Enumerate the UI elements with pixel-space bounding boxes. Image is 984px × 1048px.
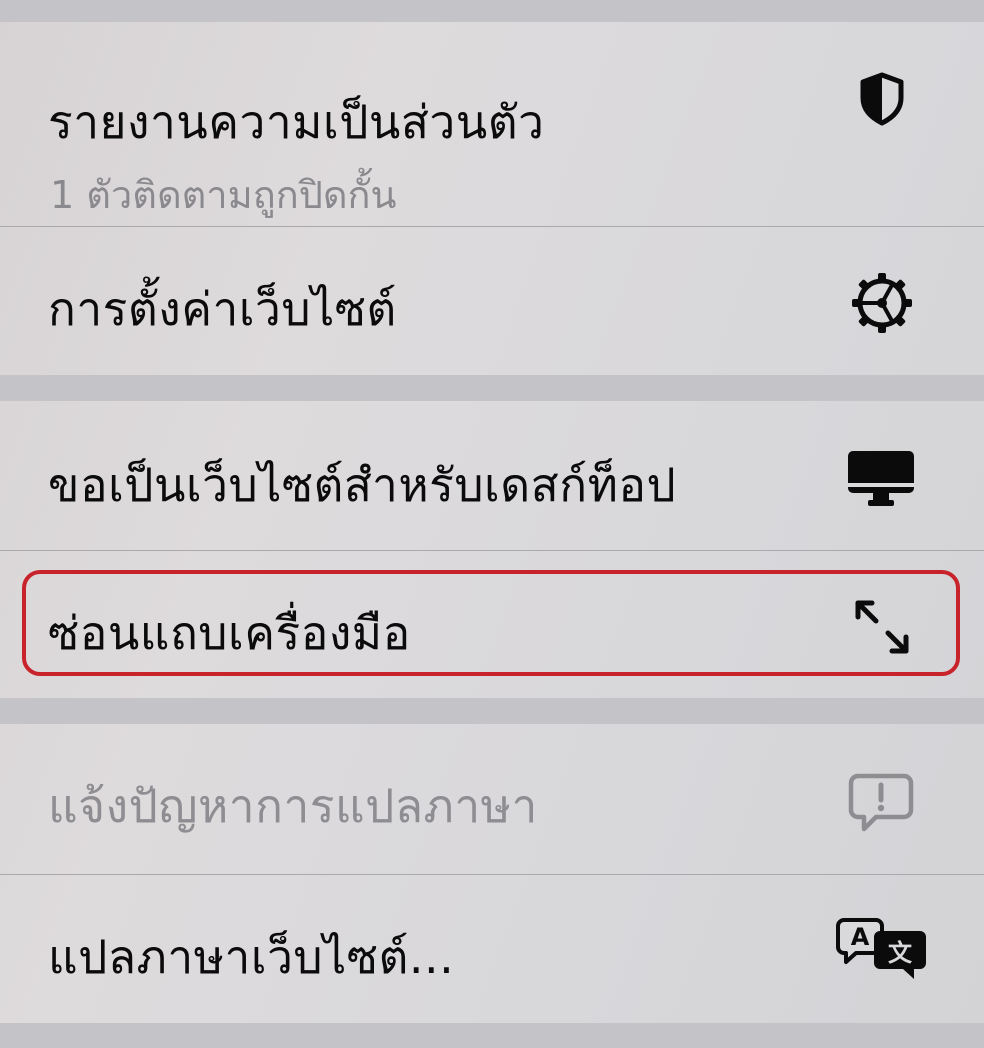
menu-item-label: ขอเป็นเว็บไซต์สำหรับเดสก์ท็อป (48, 458, 677, 512)
menu-item-privacy-report[interactable]: รายงานความเป็นส่วนตัว 1 ตัวติดตามถูกปิดก… (0, 22, 984, 226)
expand-arrows-icon (855, 600, 909, 654)
gear-icon (852, 273, 912, 333)
desktop-monitor-icon (848, 451, 914, 506)
menu-item-label: การตั้งค่าเว็บไซต์ (48, 282, 397, 336)
section-gap (0, 1023, 984, 1048)
svg-text:A: A (851, 923, 870, 951)
exclamation-bubble-icon (848, 773, 914, 832)
menu-item-label: แปลภาษาเว็บไซต์... (48, 930, 455, 984)
menu-item-label: รายงานความเป็นส่วนตัว (48, 95, 545, 149)
translate-icon: A 文 (836, 918, 926, 979)
menu-item-request-desktop-site[interactable]: ขอเป็นเว็บไซต์สำหรับเดสก์ท็อป (0, 401, 984, 550)
menu-item-report-translation-issue: แจ้งปัญหาการแปลภาษา (0, 724, 984, 874)
section-gap (0, 375, 984, 401)
shield-half-icon (860, 72, 904, 126)
menu-item-website-settings[interactable]: การตั้งค่าเว็บไซต์ (0, 227, 984, 375)
section-gap (0, 698, 984, 724)
menu-item-label: ซ่อนแถบเครื่องมือ (48, 606, 411, 660)
context-menu: รายงานความเป็นส่วนตัว 1 ตัวติดตามถูกปิดก… (0, 0, 984, 1048)
menu-item-translate-website[interactable]: แปลภาษาเว็บไซต์... A 文 (0, 875, 984, 1023)
menu-item-sublabel: 1 ตัวติดตามถูกปิดกั้น (50, 173, 397, 217)
menu-item-label: แจ้งปัญหาการแปลภาษา (48, 779, 538, 833)
svg-text:文: 文 (888, 939, 913, 967)
menu-item-hide-toolbar[interactable]: ซ่อนแถบเครื่องมือ (0, 551, 984, 698)
section-gap (0, 0, 984, 22)
